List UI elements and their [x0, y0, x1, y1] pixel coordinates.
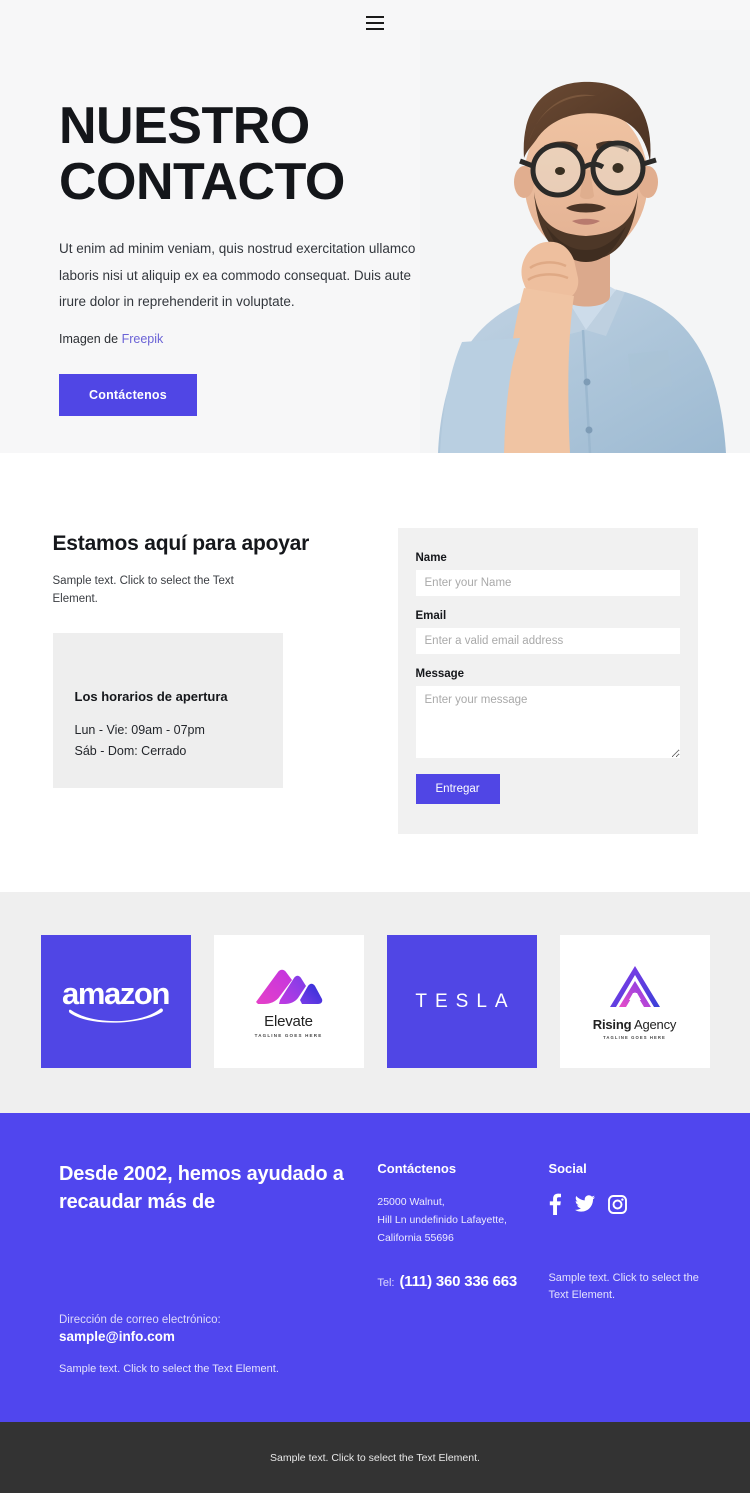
image-credit-prefix: Imagen de — [59, 332, 119, 347]
contact-heading: Estamos aquí para apoyar — [52, 532, 310, 555]
rising-agency-mark-icon — [609, 966, 660, 1007]
hero-content: NUESTRO CONTACTO Ut enim ad minim veniam… — [0, 0, 430, 417]
footer-column-brand: Desde 2002, hemos ayudado a recaudar más… — [59, 1161, 377, 1378]
footer-email-value[interactable]: sample@info.com — [59, 1329, 377, 1344]
top-navbar — [0, 0, 750, 46]
footer-brand-note: Sample text. Click to select the Text El… — [59, 1363, 279, 1376]
amazon-wordmark: amazon — [61, 976, 170, 1011]
hero-description: Ut enim ad minim veniam, quis nostrud ex… — [59, 241, 416, 309]
rising-agency-word-rest: Agency — [634, 1017, 677, 1032]
name-input[interactable] — [415, 570, 680, 596]
footer-address-line-3: California 55696 — [377, 1232, 454, 1245]
image-credit: Imagen de Freepik — [59, 332, 430, 346]
logo-tile-elevate[interactable]: Elevate TAGLINE GOES HERE — [213, 935, 364, 1068]
tesla-wordmark: TESLA — [415, 990, 516, 1012]
message-input[interactable] — [415, 686, 680, 758]
submit-button[interactable]: Entregar — [415, 774, 500, 804]
facebook-icon[interactable] — [548, 1193, 562, 1215]
burger-line-1 — [366, 16, 384, 18]
logo-tile-amazon[interactable]: amazon — [40, 935, 191, 1068]
elevate-wordmark: Elevate — [264, 1012, 313, 1030]
logos-row: amazon Elevate TAGLINE GOES HERE TESLA R… — [0, 935, 750, 1068]
hamburger-menu-icon[interactable] — [366, 16, 384, 30]
elevate-mark-icon — [255, 969, 322, 1004]
logo-tile-tesla[interactable]: TESLA — [386, 935, 537, 1068]
name-field-label: Name — [415, 552, 447, 564]
opening-hours-weekend: Sáb - Dom: Cerrado — [74, 744, 187, 759]
hero-title-line-2: CONTACTO — [59, 153, 345, 212]
opening-hours-box: Los horarios de apertura Lun - Vie: 09am… — [52, 632, 283, 788]
footer-columns: Desde 2002, hemos ayudado a recaudar más… — [0, 1161, 750, 1378]
elevate-tagline: TAGLINE GOES HERE — [254, 1032, 323, 1038]
logo-tile-rising-agency[interactable]: Rising Agency TAGLINE GOES HERE — [559, 935, 710, 1068]
footer-telephone: Tel: (111) 360 336 663 — [377, 1273, 548, 1290]
footer-contact-title: Contáctenos — [377, 1161, 457, 1176]
email-input[interactable] — [415, 628, 680, 654]
amazon-logo: amazon — [56, 978, 176, 1025]
footer-column-contact: Contáctenos 25000 Walnut, Hill Ln undefi… — [377, 1161, 548, 1378]
footer-tel-label: Tel: — [377, 1277, 395, 1290]
freepik-link[interactable]: Freepik — [122, 332, 164, 346]
footer-heading: Desde 2002, hemos ayudado a recaudar más… — [59, 1163, 344, 1213]
social-links — [548, 1193, 710, 1215]
footer-address: 25000 Walnut, Hill Ln undefinido Lafayet… — [377, 1193, 548, 1247]
logos-section: amazon Elevate TAGLINE GOES HERE TESLA R… — [0, 892, 750, 1113]
bottom-bar-text: Sample text. Click to select the Text El… — [270, 1451, 480, 1464]
hero-section: NUESTRO CONTACTO Ut enim ad minim veniam… — [0, 0, 750, 453]
rising-agency-tagline: TAGLINE GOES HERE — [603, 1035, 666, 1040]
contact-subtext: Sample text. Click to select the Text El… — [52, 575, 234, 606]
hero-photo — [420, 30, 750, 453]
footer-column-social: Social Sample text. Click to select the … — [548, 1161, 710, 1378]
footer-address-line-2: Hill Ln undefinido Lafayette, — [377, 1214, 507, 1227]
contact-us-button[interactable]: Contáctenos — [59, 374, 197, 417]
footer-social-title: Social — [548, 1161, 587, 1176]
footer-tel-value[interactable]: (111) 360 336 663 — [400, 1273, 518, 1290]
footer-social-note: Sample text. Click to select the Text El… — [548, 1272, 699, 1302]
message-field-label: Message — [415, 668, 465, 680]
rising-agency-word-bold: Rising — [592, 1017, 632, 1032]
footer-address-line-1: 25000 Walnut, — [377, 1196, 445, 1208]
footer-email-label: Dirección de correo electrónico: — [59, 1314, 221, 1327]
email-field-label: Email — [415, 610, 447, 622]
page-root: NUESTRO CONTACTO Ut enim ad minim veniam… — [0, 0, 750, 1493]
rising-agency-wordmark: Rising Agency — [592, 1017, 677, 1032]
page-title: NUESTRO CONTACTO — [59, 98, 430, 210]
twitter-icon[interactable] — [575, 1195, 596, 1213]
contact-section: Estamos aquí para apoyar Sample text. Cl… — [0, 453, 750, 892]
opening-hours-weekday: Lun - Vie: 09am - 07pm — [74, 722, 205, 737]
burger-line-3 — [366, 28, 384, 30]
contact-info-column: Estamos aquí para apoyar Sample text. Cl… — [52, 528, 353, 834]
site-footer: Desde 2002, hemos ayudado a recaudar más… — [0, 1113, 750, 1423]
burger-line-2 — [366, 22, 384, 24]
instagram-icon[interactable] — [608, 1194, 628, 1214]
opening-hours-title: Los horarios de apertura — [74, 688, 228, 704]
contact-form: Name Email Message Entregar — [397, 528, 698, 834]
bottom-bar: Sample text. Click to select the Text El… — [0, 1422, 750, 1493]
hero-title-line-1: NUESTRO — [59, 97, 310, 155]
